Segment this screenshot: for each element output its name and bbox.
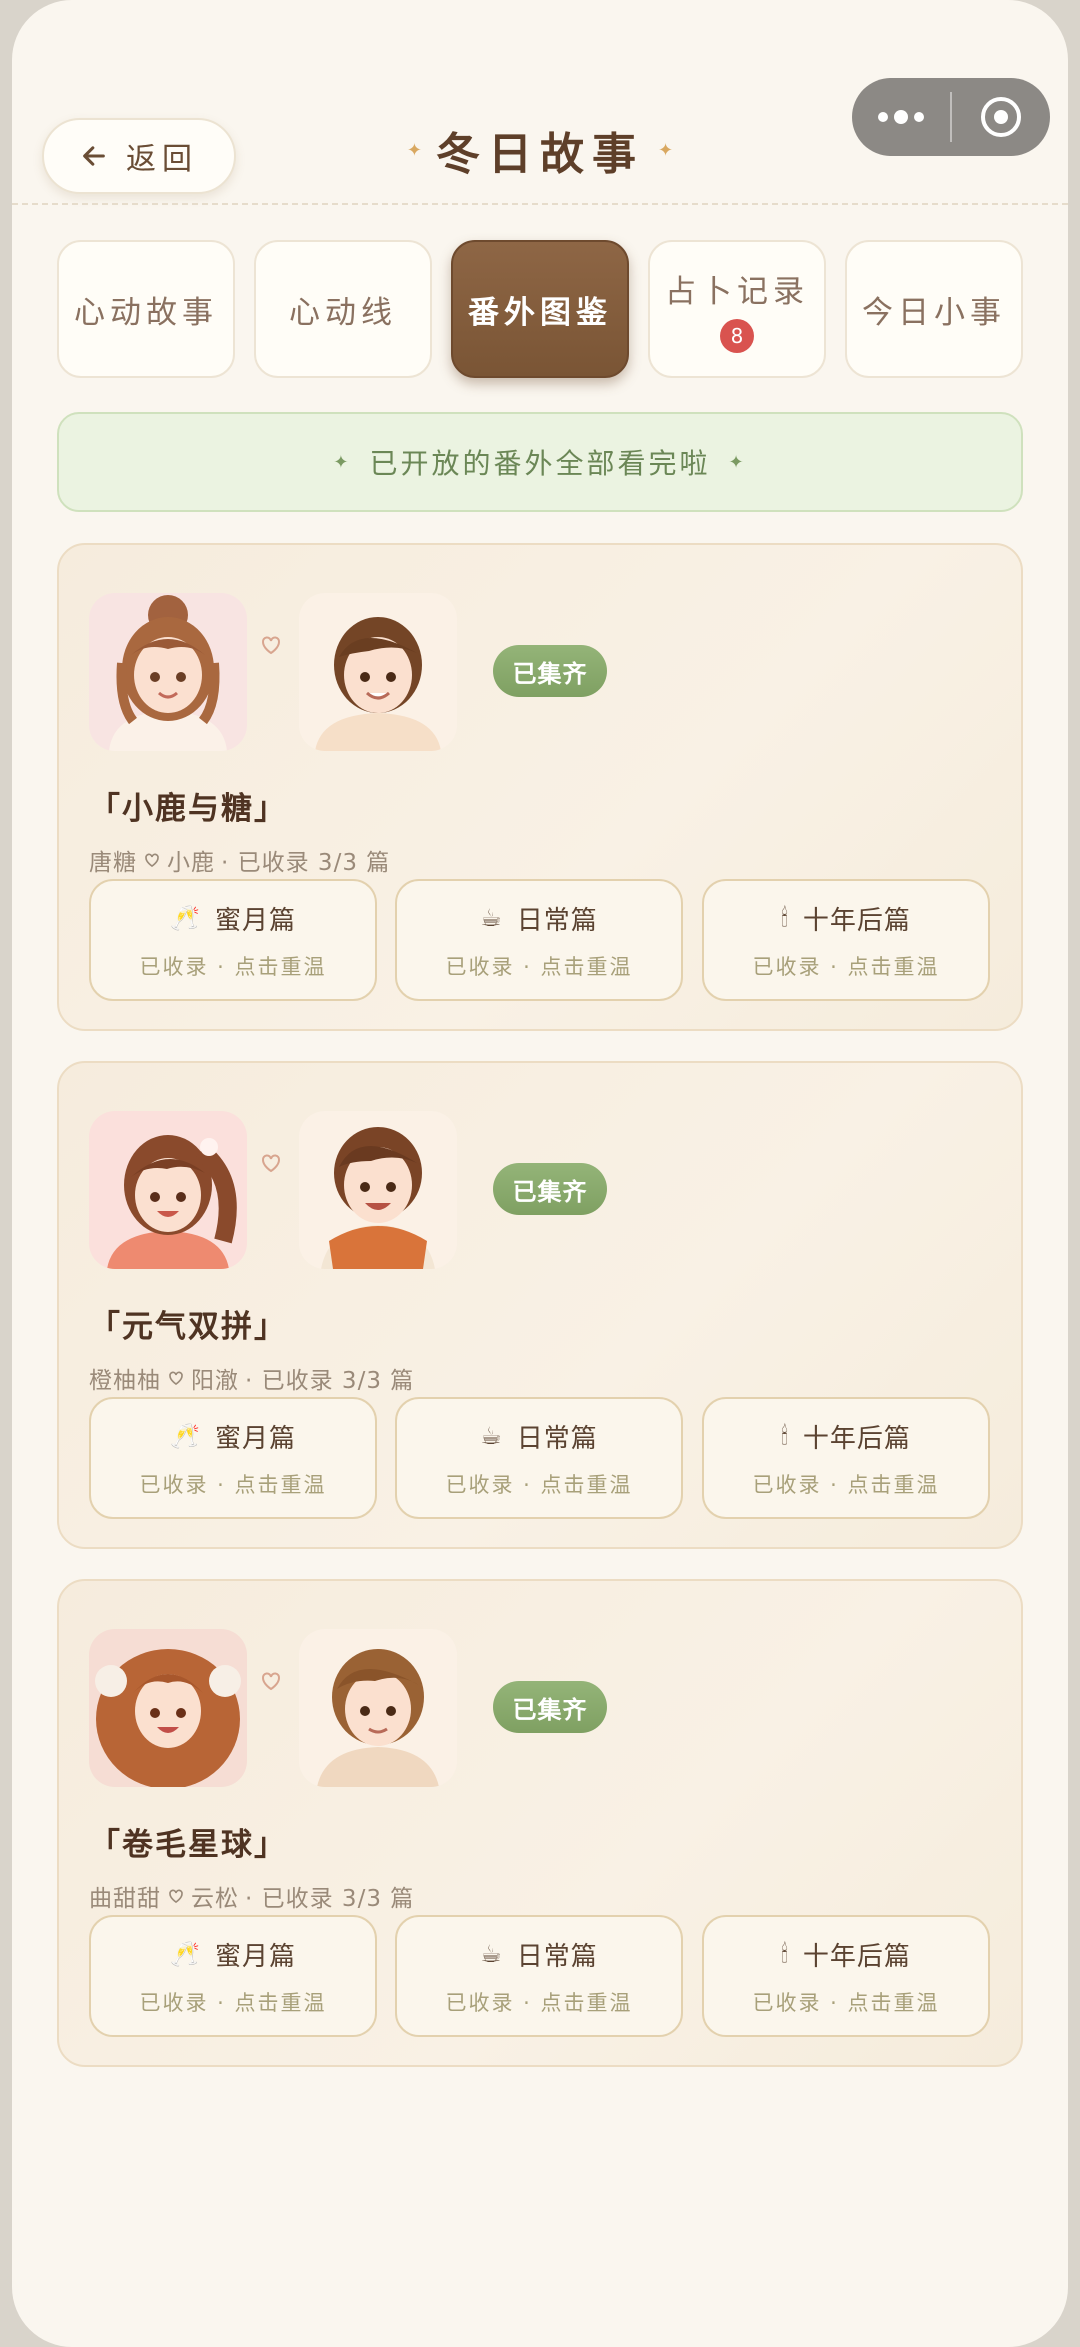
tab-label: 占卜记录 — [665, 273, 809, 310]
episode-button[interactable]: ☕ 日常篇 已收录 · 点击重温 — [395, 879, 683, 1001]
avatar — [299, 593, 457, 751]
status-badge: 已集齐 — [493, 1681, 607, 1733]
tab-label: 番外图鉴 — [468, 294, 612, 331]
tab-heart-stories[interactable]: 心动故事 — [57, 240, 235, 378]
tab-bar: 心动故事 心动线 番外图鉴 占卜记录 8 今日小事 — [57, 240, 1023, 378]
episode-title: 十年后篇 — [802, 1941, 911, 1972]
episode-button[interactable]: 🕯 十年后篇 已收录 · 点击重温 — [702, 879, 990, 1001]
episode-status: 已收录 · 点击重温 — [445, 1990, 633, 2015]
count-badge: 8 — [720, 318, 754, 353]
tab-divination-records[interactable]: 占卜记录 8 — [648, 240, 826, 378]
character-name: 曲甜甜 — [89, 1886, 161, 1912]
character-name: 阳澈 — [191, 1368, 239, 1394]
episode-status: 已收录 · 点击重温 — [139, 1990, 327, 2015]
episode-status: 已收录 · 点击重温 — [445, 1472, 633, 1497]
status-badge: 已集齐 — [493, 645, 607, 697]
header-divider — [12, 203, 1068, 205]
episode-status: 已收录 · 点击重温 — [139, 954, 327, 979]
champagne-icon: 🥂 — [170, 904, 201, 932]
card-title: 「元气双拼」 — [89, 1309, 287, 1345]
episode-status: 已收录 · 点击重温 — [752, 1990, 940, 2015]
character-name: 橙柚柚 — [89, 1368, 161, 1394]
collection-progress: · 已收录 3/3 篇 — [245, 1886, 415, 1912]
episode-status: 已收录 · 点击重温 — [752, 1472, 940, 1497]
card-subtitle: 橙柚柚 阳澈 · 已收录 3/3 篇 — [89, 1361, 414, 1395]
sparkle-icon: ✦ — [658, 139, 674, 161]
coffee-icon: ☕ — [480, 904, 503, 932]
collection-progress: · 已收录 3/3 篇 — [245, 1368, 415, 1394]
collection-progress: · 已收录 3/3 篇 — [221, 850, 391, 876]
tab-today-events[interactable]: 今日小事 — [845, 240, 1023, 378]
episode-button[interactable]: 🥂 蜜月篇 已收录 · 点击重温 — [89, 1915, 377, 2037]
more-dot-icon — [914, 112, 924, 122]
character-name: 云松 — [191, 1886, 239, 1912]
card-title: 「卷毛星球」 — [89, 1827, 287, 1863]
episode-button[interactable]: 🥂 蜜月篇 已收录 · 点击重温 — [89, 879, 377, 1001]
episode-title: 日常篇 — [516, 905, 598, 936]
card-title: 「小鹿与糖」 — [89, 791, 287, 827]
heart-icon — [262, 636, 280, 655]
sparkle-icon: ✦ — [728, 451, 747, 473]
episode-title: 日常篇 — [516, 1423, 598, 1454]
completion-notice: ✦ 已开放的番外全部看完啦 ✦ — [57, 412, 1023, 512]
close-miniprogram-button[interactable] — [952, 97, 1050, 137]
character-name: 唐糖 — [89, 850, 137, 876]
more-dot-icon — [878, 112, 888, 122]
miniprogram-capsule — [852, 78, 1050, 156]
heart-icon — [169, 1889, 183, 1903]
champagne-icon: 🥂 — [170, 1940, 201, 1968]
avatar — [89, 1629, 247, 1787]
coffee-icon: ☕ — [480, 1940, 503, 1968]
avatar — [89, 1111, 247, 1269]
episode-button[interactable]: ☕ 日常篇 已收录 · 点击重温 — [395, 1397, 683, 1519]
status-badge: 已集齐 — [493, 1163, 607, 1215]
episode-status: 已收录 · 点击重温 — [752, 954, 940, 979]
candle-icon: 🕯 — [781, 1422, 789, 1450]
avatar — [299, 1111, 457, 1269]
avatar — [299, 1629, 457, 1787]
couple-card[interactable]: 已集齐 「卷毛星球」 曲甜甜 云松 · 已收录 3/3 篇 🥂 蜜月篇 已收录 ·… — [57, 1579, 1023, 2067]
character-name: 小鹿 — [167, 850, 215, 876]
heart-icon — [262, 1154, 280, 1173]
tab-label: 心动线 — [289, 294, 397, 331]
couple-card[interactable]: 已集齐 「元气双拼」 橙柚柚 阳澈 · 已收录 3/3 篇 🥂 蜜月篇 已收录 ·… — [57, 1061, 1023, 1549]
episode-button[interactable]: ☕ 日常篇 已收录 · 点击重温 — [395, 1915, 683, 2037]
episode-title: 十年后篇 — [802, 1423, 911, 1454]
sparkle-icon: ✦ — [406, 139, 422, 161]
champagne-icon: 🥂 — [170, 1422, 201, 1450]
episode-title: 蜜月篇 — [214, 905, 296, 936]
episode-status: 已收录 · 点击重温 — [445, 954, 633, 979]
card-subtitle: 唐糖 小鹿 · 已收录 3/3 篇 — [89, 843, 390, 877]
episode-button[interactable]: 🥂 蜜月篇 已收录 · 点击重温 — [89, 1397, 377, 1519]
episode-button[interactable]: 🕯 十年后篇 已收录 · 点击重温 — [702, 1915, 990, 2037]
episode-title: 蜜月篇 — [214, 1941, 296, 1972]
app-screen: 返回 ✦ 冬日故事 ✦ 心动故事 心动线 番外图鉴 占卜记录 8 今日小事 ✦ … — [12, 0, 1068, 2347]
tab-label: 心动故事 — [74, 294, 218, 331]
sparkle-icon: ✦ — [333, 451, 352, 473]
tab-extras-gallery[interactable]: 番外图鉴 — [451, 240, 629, 378]
episode-button[interactable]: 🕯 十年后篇 已收录 · 点击重温 — [702, 1397, 990, 1519]
notice-text: 已开放的番外全部看完啦 — [369, 447, 711, 480]
heart-icon — [169, 1371, 183, 1385]
target-icon — [981, 97, 1021, 137]
more-dot-icon — [894, 110, 908, 124]
heart-icon — [262, 1672, 280, 1691]
episode-title: 十年后篇 — [802, 905, 911, 936]
candle-icon: 🕯 — [781, 904, 789, 932]
tab-label: 今日小事 — [862, 294, 1006, 331]
card-subtitle: 曲甜甜 云松 · 已收录 3/3 篇 — [89, 1879, 414, 1913]
avatar — [89, 593, 247, 751]
heart-icon — [145, 853, 159, 867]
couple-card[interactable]: 已集齐 「小鹿与糖」 唐糖 小鹿 · 已收录 3/3 篇 🥂 蜜月篇 已收录 · … — [57, 543, 1023, 1031]
more-button[interactable] — [852, 110, 950, 124]
page-title: 冬日故事 — [436, 129, 644, 180]
candle-icon: 🕯 — [781, 1940, 789, 1968]
episode-title: 日常篇 — [516, 1941, 598, 1972]
tab-heart-line[interactable]: 心动线 — [254, 240, 432, 378]
episode-status: 已收录 · 点击重温 — [139, 1472, 327, 1497]
episode-title: 蜜月篇 — [214, 1423, 296, 1454]
coffee-icon: ☕ — [480, 1422, 503, 1450]
